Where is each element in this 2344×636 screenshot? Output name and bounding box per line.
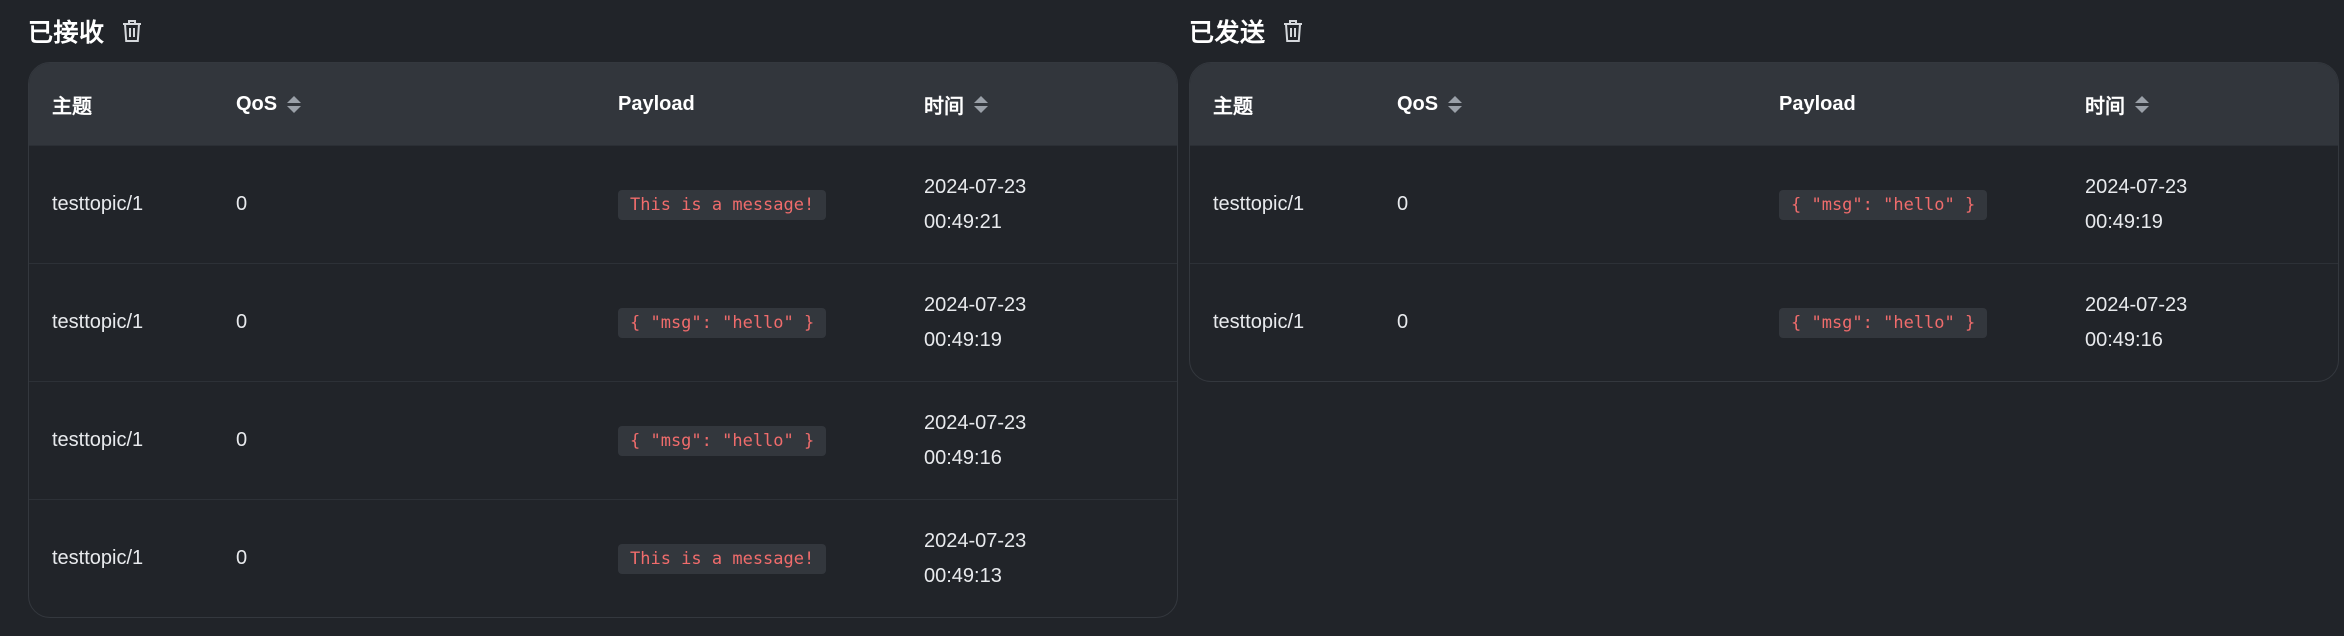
column-time[interactable]: 时间 xyxy=(924,90,1177,119)
table-row: testtopic/1 0 { "msg": "hello" } 2024-07… xyxy=(29,264,1177,382)
sent-panel: 已发送 主题 QoS Payload 时间 testtopic/1 0 {"m… xyxy=(1189,0,2339,382)
payload-code: This is a message! xyxy=(618,543,827,574)
qos-cell: 0 xyxy=(236,193,248,215)
time-date: 2024-07-23 xyxy=(924,411,1027,434)
table-row: testtopic/1 0 This is a message! 2024-07… xyxy=(29,500,1177,617)
time-clock: 00:49:21 xyxy=(924,210,1002,233)
message-view: 已接收 主题 QoS Payload 时间 testtopic/1 0 This… xyxy=(0,0,2344,636)
clear-received-trash-icon[interactable] xyxy=(119,18,145,44)
payload-code: { "msg": "hello" } xyxy=(618,307,827,338)
time-cell: 2024-07-23 00:49:13 xyxy=(924,524,1177,594)
received-panel: 已接收 主题 QoS Payload 时间 testtopic/1 0 This… xyxy=(28,0,1178,618)
sent-title: 已发送 xyxy=(1189,19,1266,47)
column-qos-label: QoS xyxy=(236,92,278,115)
column-topic: 主题 xyxy=(1190,90,1397,119)
time-cell: 2024-07-23 00:49:16 xyxy=(2085,288,2338,358)
payload-cell: { "msg": "hello" } xyxy=(1779,307,2085,338)
received-header: 已接收 xyxy=(28,0,1178,62)
table-row: testtopic/1 0 { "msg": "hello" } 2024-07… xyxy=(1190,264,2338,381)
sort-time-icon[interactable] xyxy=(2135,95,2149,113)
column-payload-label: Payload xyxy=(618,92,695,115)
time-cell: 2024-07-23 00:49:19 xyxy=(2085,170,2338,240)
payload-cell: { "msg": "hello" } xyxy=(618,425,924,456)
received-title: 已接收 xyxy=(28,19,105,47)
payload-cell: This is a message! xyxy=(618,189,924,220)
column-topic-label: 主题 xyxy=(52,95,92,118)
topic-cell: testtopic/1 xyxy=(52,311,144,333)
sent-table: 主题 QoS Payload 时间 testtopic/1 0 { "msg":… xyxy=(1189,62,2339,382)
column-time[interactable]: 时间 xyxy=(2085,90,2338,119)
topic-cell: testtopic/1 xyxy=(52,547,144,569)
payload-code: { "msg": "hello" } xyxy=(1779,307,1988,338)
topic-cell: testtopic/1 xyxy=(52,429,144,451)
time-clock: 00:49:13 xyxy=(924,564,1002,587)
column-time-label: 时间 xyxy=(2085,95,2125,118)
column-qos[interactable]: QoS xyxy=(1397,93,1779,116)
received-table-header: 主题 QoS Payload 时间 xyxy=(29,63,1177,146)
column-topic: 主题 xyxy=(29,90,236,119)
sent-header: 已发送 xyxy=(1189,0,2339,62)
received-table: 主题 QoS Payload 时间 testtopic/1 0 This is … xyxy=(28,62,1178,618)
topic-cell: testtopic/1 xyxy=(1213,193,1305,215)
clear-sent-trash-icon[interactable] xyxy=(1280,18,1306,44)
column-payload: Payload xyxy=(618,93,924,116)
qos-cell: 0 xyxy=(236,429,248,451)
column-payload: Payload xyxy=(1779,93,2085,116)
qos-cell: 0 xyxy=(236,311,248,333)
time-date: 2024-07-23 xyxy=(2085,293,2188,316)
qos-cell: 0 xyxy=(236,547,248,569)
column-qos-label: QoS xyxy=(1397,92,1439,115)
payload-code: { "msg": "hello" } xyxy=(618,425,827,456)
column-topic-label: 主题 xyxy=(1213,95,1253,118)
sort-qos-icon[interactable] xyxy=(1448,95,1463,113)
time-date: 2024-07-23 xyxy=(924,175,1027,198)
time-cell: 2024-07-23 00:49:16 xyxy=(924,406,1177,476)
time-clock: 00:49:19 xyxy=(2085,210,2163,233)
sort-qos-icon[interactable] xyxy=(287,95,302,113)
table-row: testtopic/1 0 This is a message! 2024-07… xyxy=(29,146,1177,264)
time-date: 2024-07-23 xyxy=(924,293,1027,316)
table-row: testtopic/1 0 { "msg": "hello" } 2024-07… xyxy=(1190,146,2338,264)
payload-cell: This is a message! xyxy=(618,543,924,574)
time-date: 2024-07-23 xyxy=(2085,175,2188,198)
time-clock: 00:49:16 xyxy=(2085,328,2163,351)
qos-cell: 0 xyxy=(1397,311,1409,333)
time-cell: 2024-07-23 00:49:19 xyxy=(924,288,1177,358)
payload-cell: { "msg": "hello" } xyxy=(1779,189,2085,220)
payload-code: { "msg": "hello" } xyxy=(1779,189,1988,220)
topic-cell: testtopic/1 xyxy=(1213,311,1305,333)
payload-cell: { "msg": "hello" } xyxy=(618,307,924,338)
payload-code: This is a message! xyxy=(618,189,827,220)
sort-time-icon[interactable] xyxy=(974,95,988,113)
time-date: 2024-07-23 xyxy=(924,529,1027,552)
column-time-label: 时间 xyxy=(924,95,964,118)
qos-cell: 0 xyxy=(1397,193,1409,215)
time-clock: 00:49:19 xyxy=(924,328,1002,351)
topic-cell: testtopic/1 xyxy=(52,193,144,215)
time-clock: 00:49:16 xyxy=(924,446,1002,469)
time-cell: 2024-07-23 00:49:21 xyxy=(924,170,1177,240)
column-qos[interactable]: QoS xyxy=(236,93,618,116)
table-row: testtopic/1 0 { "msg": "hello" } 2024-07… xyxy=(29,382,1177,500)
column-payload-label: Payload xyxy=(1779,92,1856,115)
sent-table-header: 主题 QoS Payload 时间 xyxy=(1190,63,2338,146)
